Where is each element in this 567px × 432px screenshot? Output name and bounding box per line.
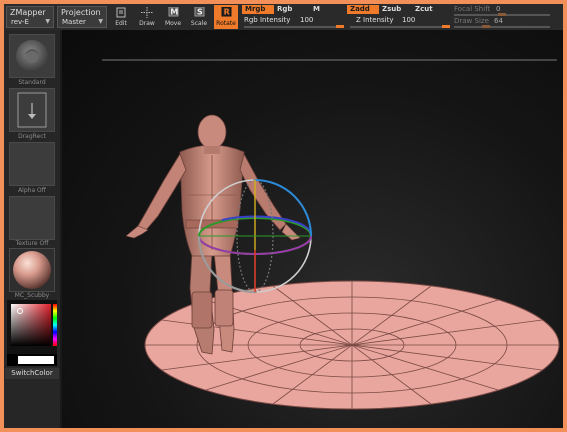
move-label: Move — [164, 20, 182, 27]
draw-label: Draw — [139, 20, 155, 27]
svg-text:M: M — [170, 8, 178, 17]
scale-icon: S — [194, 7, 205, 17]
scale-button[interactable]: S Scale — [187, 5, 211, 29]
svg-text:S: S — [197, 8, 203, 17]
drag-rect-icon — [17, 92, 47, 128]
rotate-label: Rotate — [216, 20, 236, 27]
rotate-gizmo[interactable] — [197, 179, 313, 294]
focal-shift-knob[interactable] — [498, 13, 506, 16]
zbrush-app: ZMapper rev-E ▼ Projection Master ▼ Edit… — [4, 4, 563, 428]
draw-button[interactable]: Draw — [135, 5, 159, 29]
material-label: MC_Scubby — [14, 292, 50, 299]
top-toolbar: ZMapper rev-E ▼ Projection Master ▼ Edit… — [4, 4, 563, 31]
texture-selector[interactable] — [9, 196, 55, 240]
draw-icon — [141, 7, 153, 18]
rotate-icon: R — [221, 7, 232, 17]
alpha-selector[interactable] — [9, 142, 55, 186]
brush-selector[interactable] — [9, 34, 55, 78]
material-selector[interactable] — [9, 248, 55, 292]
texture-label: Texture Off — [15, 240, 49, 247]
move-button[interactable]: M Move — [161, 5, 185, 29]
zmapper-title: ZMapper — [10, 8, 46, 17]
brush-label: Standard — [18, 79, 46, 86]
stroke-selector[interactable] — [9, 88, 55, 132]
zmapper-version: rev-E — [11, 18, 29, 26]
mrgb-button[interactable]: Mrgb — [242, 5, 274, 14]
zsub-button[interactable]: Zsub — [379, 5, 405, 14]
m-button[interactable]: M — [310, 5, 322, 14]
projection-title: Projection — [61, 8, 101, 17]
viewport-scene — [102, 59, 560, 410]
stroke-label: DragRect — [18, 133, 46, 140]
hue-strip[interactable] — [53, 304, 57, 346]
rgb-intensity-value: 100 — [300, 16, 314, 24]
color-picker[interactable] — [7, 300, 57, 354]
rotate-button[interactable]: R Rotate — [214, 5, 238, 29]
z-intensity-slider[interactable] — [350, 26, 450, 28]
z-intensity-value: 100 — [402, 16, 416, 24]
projection-menu[interactable]: Projection Master ▼ — [57, 6, 107, 28]
rgb-button[interactable]: Rgb — [274, 5, 296, 14]
zmapper-menu[interactable]: ZMapper rev-E ▼ — [6, 6, 54, 28]
draw-size-slider[interactable] — [454, 26, 550, 28]
rgb-intensity-slider[interactable] — [244, 26, 344, 28]
scale-label: Scale — [190, 20, 208, 27]
standard-brush-icon — [16, 40, 48, 72]
chevron-down-icon: ▼ — [45, 18, 50, 25]
chevron-down-icon: ▼ — [98, 18, 103, 25]
left-tray: Standard DragRect Alpha Off Texture Off — [4, 30, 60, 428]
move-icon: M — [168, 7, 179, 17]
draw-size-knob[interactable] — [482, 25, 490, 28]
zadd-button[interactable]: Zadd — [347, 5, 379, 14]
zcut-button[interactable]: Zcut — [412, 5, 438, 14]
z-intensity-label: Z Intensity — [356, 16, 394, 24]
edit-label: Edit — [115, 20, 127, 27]
main-color-swatch[interactable] — [18, 356, 54, 364]
svg-text:R: R — [224, 8, 230, 17]
edit-button[interactable]: Edit — [109, 5, 133, 29]
z-intensity-knob[interactable] — [442, 25, 450, 28]
switch-color-button[interactable]: SwitchColor — [5, 368, 59, 379]
document-canvas[interactable] — [62, 30, 563, 428]
draw-size-value: 64 — [494, 17, 503, 25]
material-sphere-icon — [13, 251, 51, 289]
rgb-intensity-label: Rgb Intensity — [244, 16, 291, 24]
color-cursor[interactable] — [17, 308, 23, 314]
rgb-intensity-knob[interactable] — [336, 25, 344, 28]
focal-shift-label: Focal Shift — [454, 5, 491, 13]
projection-value: Master — [62, 18, 86, 26]
alpha-label: Alpha Off — [18, 187, 46, 194]
edit-icon — [116, 7, 126, 18]
